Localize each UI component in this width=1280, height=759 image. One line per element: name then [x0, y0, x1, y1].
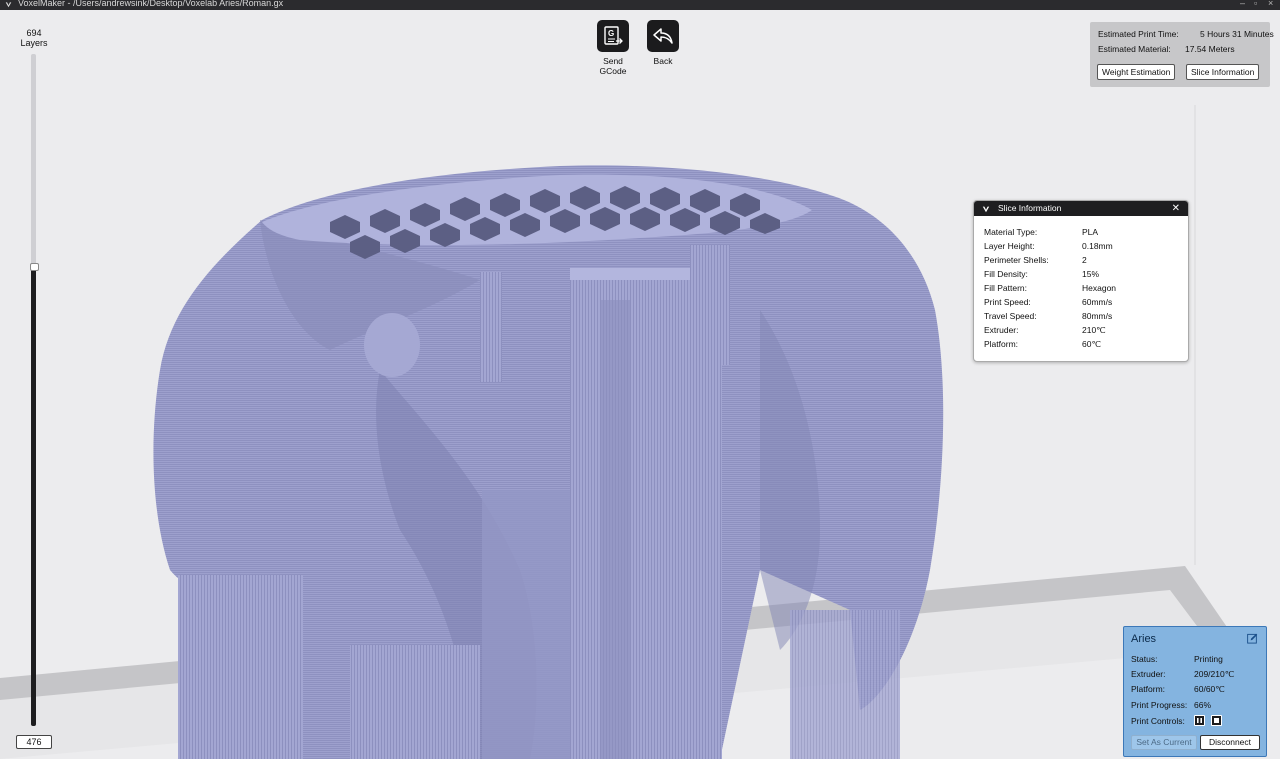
- voxelmaker-logo-icon: [5, 2, 12, 8]
- controls-label: Print Controls:: [1131, 716, 1185, 726]
- material-label: Estimated Material:: [1098, 44, 1171, 54]
- gcode-file-icon: G: [604, 26, 623, 45]
- slice-information-button[interactable]: Slice Information: [1186, 64, 1260, 80]
- set-as-current-button[interactable]: Set As Current: [1131, 735, 1197, 750]
- status-label: Status:: [1131, 654, 1158, 664]
- voxelmaker-logo-icon: [982, 206, 990, 213]
- progress-value: 66%: [1194, 700, 1212, 710]
- print-estimate-panel: Estimated Print Time: 5 Hours 31 Minutes…: [1090, 22, 1274, 87]
- extruder-label: Extruder:: [1131, 669, 1166, 679]
- window-title: VoxelMaker - /Users/andrewsink/Desktop/V…: [18, 0, 284, 8]
- material-value: 17.54 Meters: [1185, 44, 1235, 54]
- slice-row-label: Print Speed:: [984, 297, 1031, 307]
- slice-row: Travel Speed: 80mm/s: [984, 311, 1112, 321]
- 3d-viewport[interactable]: [0, 10, 1280, 759]
- back-label: Back: [653, 56, 673, 66]
- current-layer-input[interactable]: 476: [16, 735, 52, 749]
- layer-slider-track-lower[interactable]: [31, 268, 36, 726]
- slice-row-label: Fill Density:: [984, 269, 1028, 279]
- printer-progress-row: Print Progress: 66%: [1131, 700, 1211, 710]
- print-preview-scene: [0, 10, 1280, 759]
- slice-row: Print Speed: 60mm/s: [984, 297, 1112, 307]
- minimize-icon[interactable]: –: [1240, 0, 1245, 8]
- slice-row: Extruder: 210℃: [984, 325, 1106, 335]
- print-time-label: Estimated Print Time:: [1098, 29, 1179, 39]
- slice-row-value: 0.18mm: [1082, 241, 1113, 251]
- slice-row-label: Extruder:: [984, 325, 1019, 335]
- slice-row-label: Perimeter Shells:: [984, 255, 1049, 265]
- slice-row-value: PLA: [1082, 227, 1099, 237]
- stop-icon[interactable]: [1211, 715, 1222, 726]
- pause-icon[interactable]: [1194, 715, 1205, 726]
- slice-row-label: Platform:: [984, 339, 1019, 349]
- slice-row: Platform: 60℃: [984, 339, 1101, 349]
- slice-row: Fill Pattern: Hexagon: [984, 283, 1116, 293]
- platform-label: Platform:: [1131, 684, 1166, 694]
- back-button[interactable]: Back: [641, 20, 685, 67]
- layer-total: 694: [26, 28, 42, 38]
- slice-row-value: Hexagon: [1082, 283, 1117, 293]
- slice-row-label: Travel Speed:: [984, 311, 1037, 321]
- slice-row-value: 210℃: [1082, 325, 1106, 335]
- print-time-value: 5 Hours 31 Minutes: [1200, 29, 1274, 39]
- disconnect-button[interactable]: Disconnect: [1200, 735, 1260, 750]
- platform-value: 60/60℃: [1194, 684, 1225, 694]
- material-row: Estimated Material: 17.54 Meters: [1098, 44, 1235, 54]
- slice-row: Perimeter Shells: 2: [984, 255, 1087, 265]
- printer-status-row: Status: Printing: [1131, 654, 1223, 664]
- slice-row-value: 2: [1082, 255, 1087, 265]
- edit-icon[interactable]: [1247, 633, 1258, 644]
- weight-estimation-button[interactable]: Weight Estimation: [1097, 64, 1176, 80]
- printer-platform-row: Platform: 60/60℃: [1131, 684, 1225, 694]
- slice-row-value: 60℃: [1082, 339, 1102, 349]
- printer-name: Aries: [1131, 633, 1157, 645]
- status-value: Printing: [1194, 654, 1223, 664]
- slice-row-value: 15%: [1082, 269, 1100, 279]
- layer-slider-handle[interactable]: [30, 263, 39, 271]
- slice-row-label: Layer Height:: [984, 241, 1035, 251]
- slice-row-label: Fill Pattern:: [984, 283, 1027, 293]
- svg-text:G: G: [608, 29, 614, 38]
- slice-row-value: 60mm/s: [1082, 297, 1113, 307]
- progress-label: Print Progress:: [1131, 700, 1188, 710]
- slice-row-label: Material Type:: [984, 227, 1038, 237]
- window-title-bar: VoxelMaker - /Users/andrewsink/Desktop/V…: [0, 0, 1280, 10]
- slice-row: Fill Density: 15%: [984, 269, 1099, 279]
- close-window-icon[interactable]: ×: [1268, 0, 1273, 8]
- slice-row: Material Type: PLA: [984, 227, 1098, 237]
- back-arrow-icon: [653, 28, 673, 44]
- layer-count-label: 694 Layers: [14, 28, 54, 48]
- slice-row-value: 80mm/s: [1082, 311, 1113, 321]
- send-gcode-button[interactable]: G Send GCode: [591, 20, 635, 76]
- print-time-row: Estimated Print Time: 5 Hours 31 Minutes: [1098, 29, 1274, 39]
- layers-caption: Layers: [20, 38, 48, 48]
- dialog-title: Slice Information: [998, 203, 1062, 213]
- maximize-icon[interactable]: ▫: [1254, 0, 1257, 8]
- layer-slider-track-upper[interactable]: [31, 54, 36, 266]
- printer-status-panel: Aries Status: Printing Extruder: 209/210℃ …: [1123, 626, 1267, 757]
- dialog-header[interactable]: Slice Information ✕: [974, 201, 1188, 216]
- extruder-value: 209/210℃: [1194, 669, 1235, 679]
- printer-controls-row: Print Controls:: [1131, 715, 1222, 726]
- close-icon[interactable]: ✕: [1172, 201, 1180, 216]
- printer-extruder-row: Extruder: 209/210℃: [1131, 669, 1234, 679]
- slice-row: Layer Height: 0.18mm: [984, 241, 1113, 251]
- send-gcode-label-line2: GCode: [599, 65, 627, 76]
- slice-information-dialog: Slice Information ✕ Material Type: PLA La…: [973, 200, 1189, 362]
